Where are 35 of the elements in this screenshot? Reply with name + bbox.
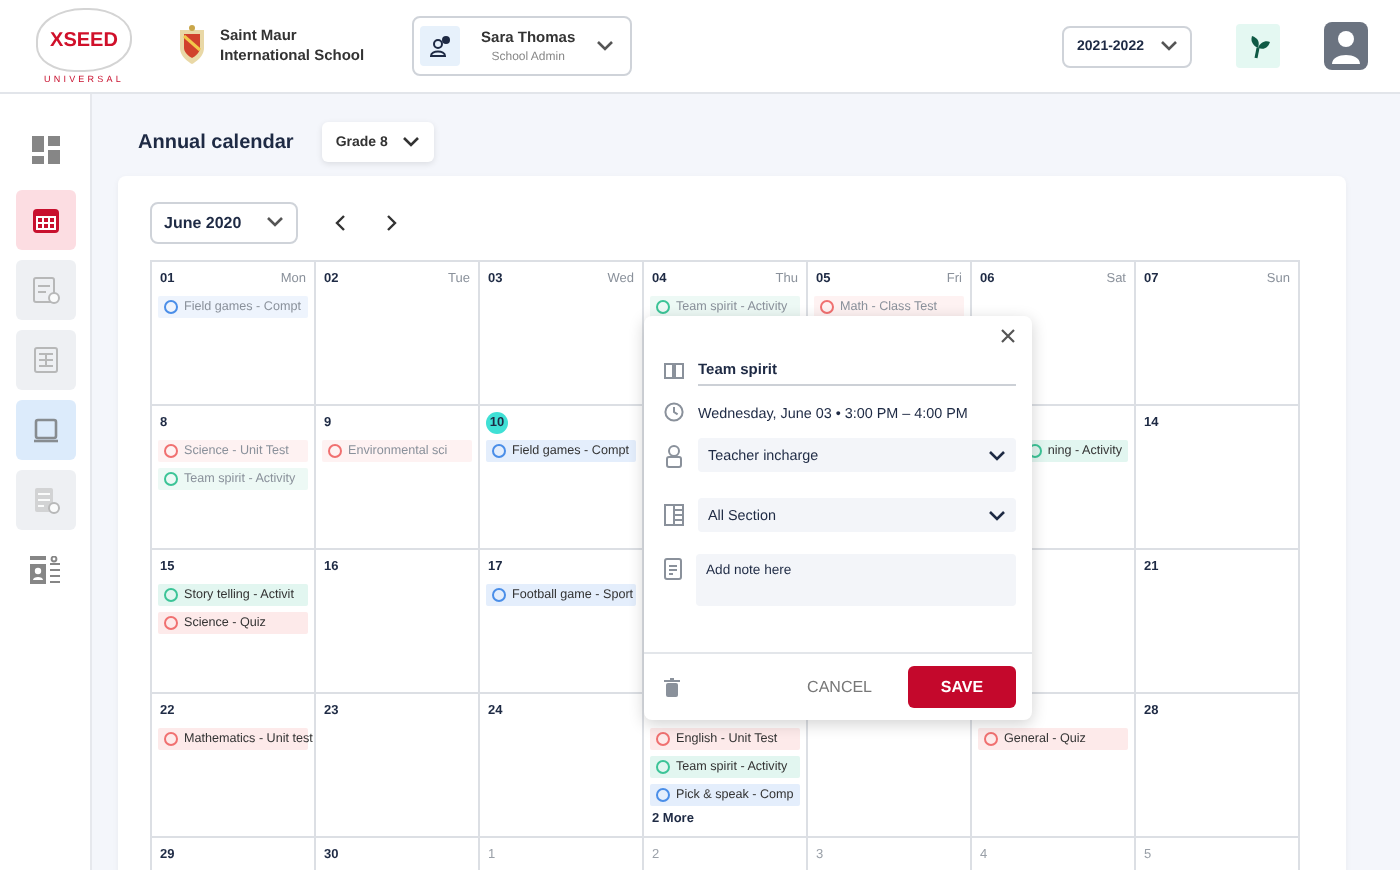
chevron-down-icon	[988, 449, 1006, 461]
delete-button[interactable]	[660, 673, 684, 701]
id-card-icon	[29, 556, 61, 584]
section-icon	[664, 504, 684, 526]
app-button[interactable]	[1236, 24, 1280, 68]
calendar-icon	[31, 206, 59, 234]
sheet-icon	[31, 346, 59, 374]
chevron-down-icon	[1160, 40, 1178, 52]
report-icon	[31, 276, 59, 304]
clock-icon	[664, 402, 684, 422]
save-button[interactable]: SAVE	[908, 666, 1016, 708]
chevron-down-icon	[596, 40, 615, 52]
note-icon	[31, 486, 59, 514]
user-gear-icon	[428, 34, 453, 58]
leaf-icon	[1247, 33, 1269, 59]
next-button[interactable]	[381, 209, 402, 235]
chevron-left-icon	[333, 213, 346, 231]
logo-text: XSEED	[50, 30, 118, 52]
chevron-down-icon	[988, 509, 1006, 521]
trash-icon	[664, 677, 680, 697]
close-icon	[1000, 328, 1016, 344]
sidebar-item[interactable]	[15, 190, 75, 250]
close-button[interactable]	[1000, 328, 1016, 344]
teacher-icon	[664, 443, 684, 467]
note-icon	[664, 558, 682, 580]
sidebar-item[interactable]	[15, 400, 75, 460]
dashboard-icon	[31, 136, 59, 164]
page-title: Annual calendar	[138, 131, 294, 153]
chevron-down-icon	[401, 136, 420, 148]
chevron-right-icon	[385, 213, 398, 231]
chevron-down-icon	[265, 216, 284, 228]
crest-icon	[176, 24, 208, 68]
avatar-icon[interactable]	[1324, 22, 1368, 70]
cancel-button[interactable]: CANCEL	[795, 676, 884, 698]
month-select[interactable]: June 2020	[150, 201, 298, 243]
